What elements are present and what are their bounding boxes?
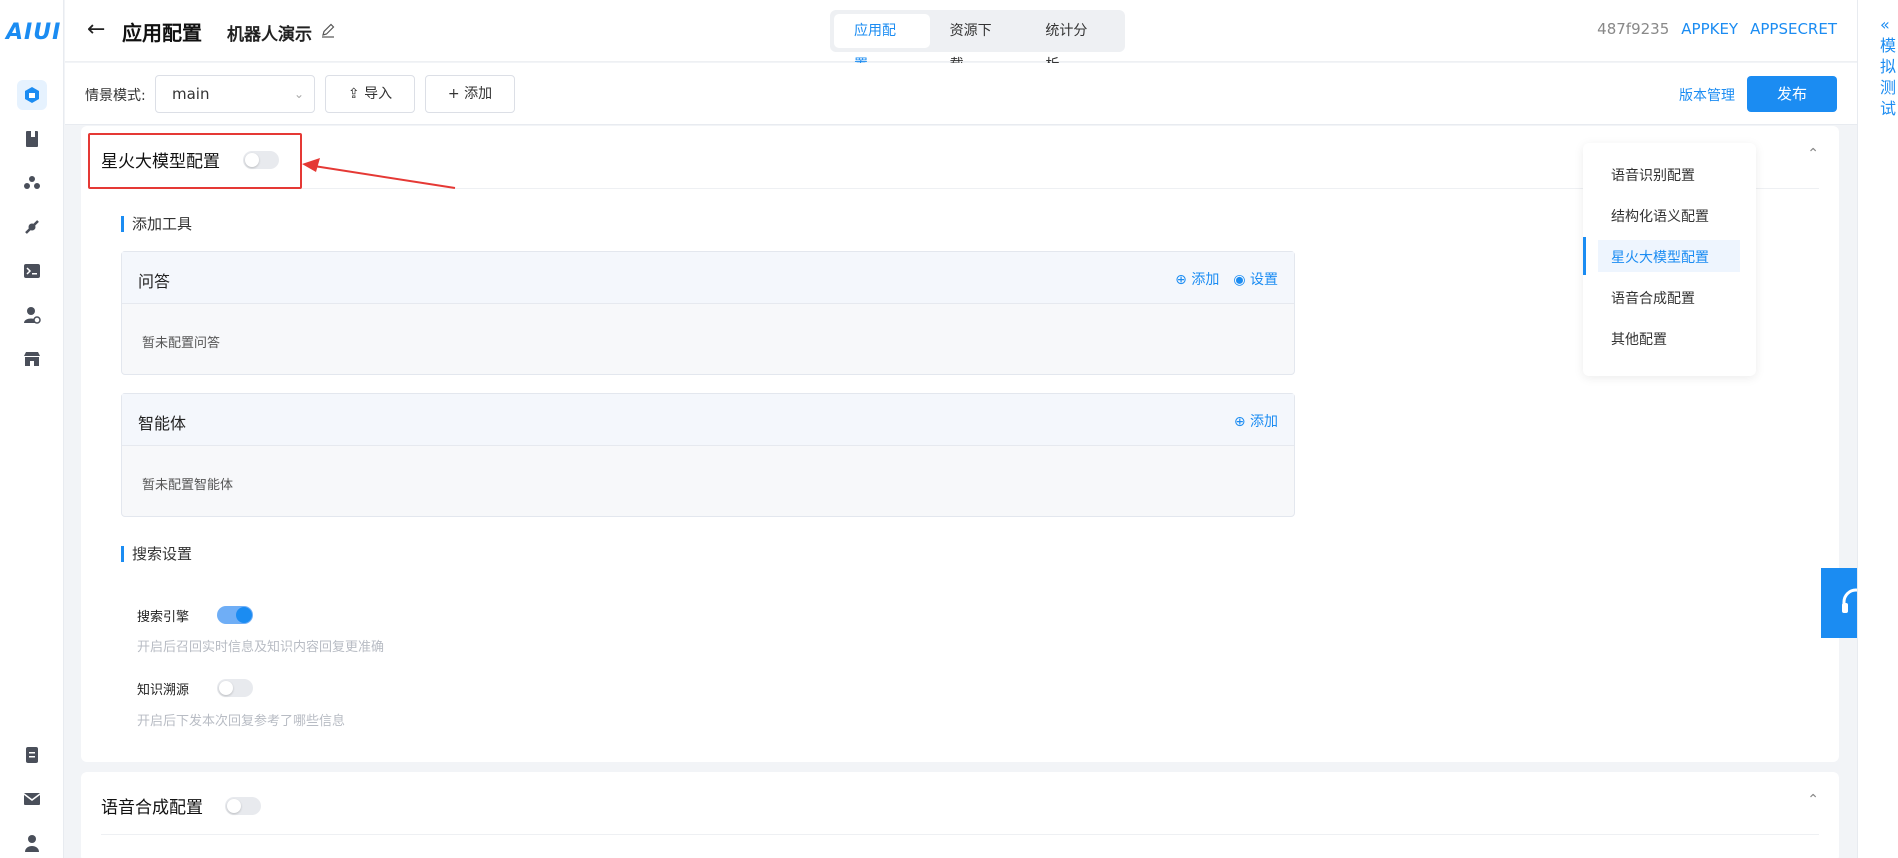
appsecret-link[interactable]: APPSECRET [1750, 20, 1837, 38]
rail-char: 测 [1880, 78, 1897, 97]
rail-char: 试 [1880, 99, 1897, 118]
scene-toolbar: 情景模式: main ⌄ ⇪ 导入 + 添加 版本管理 发布 [65, 63, 1857, 125]
collapse-up-icon[interactable]: ⌃ [1807, 792, 1819, 808]
top-header: ← 应用配置 机器人演示 应用配置 资源下载 统计分析 487f9235 APP… [65, 0, 1857, 73]
search-engine-label: 搜索引擎 [137, 610, 190, 625]
qa-settings-label: 设置 [1250, 272, 1278, 288]
nav-user-settings-icon[interactable] [17, 300, 47, 330]
page-title: 应用配置 [122, 21, 202, 45]
version-management-link[interactable]: 版本管理 [1679, 85, 1735, 105]
aiui-logo: AIUI [6, 20, 62, 45]
chevron-down-icon: ⌄ [293, 87, 304, 101]
qa-panel-header: 问答 ⊕ 添加 ◉ 设置 [122, 252, 1294, 304]
add-circle-icon: ⊕ [1233, 414, 1246, 430]
anchor-item-tts[interactable]: 语音合成配置 [1611, 288, 1695, 308]
qa-panel: 问答 ⊕ 添加 ◉ 设置 暂未配置问答 [121, 251, 1295, 375]
qa-settings-button[interactable]: ◉ 设置 [1233, 269, 1278, 289]
nav-book-icon[interactable] [17, 124, 47, 154]
nav-mail-icon[interactable] [17, 784, 47, 814]
qa-panel-title: 问答 [138, 272, 171, 291]
tts-config-card: 语音合成配置 ⌃ [81, 772, 1839, 858]
tts-section-title: 语音合成配置 [101, 798, 203, 818]
search-engine-desc: 开启后召回实时信息及知识内容回复更准确 [137, 640, 385, 655]
settings-dot-icon: ◉ [1233, 272, 1246, 288]
agent-panel-header: 智能体 ⊕ 添加 [122, 394, 1294, 446]
nav-plugin-icon[interactable] [17, 212, 47, 242]
search-settings-heading: 搜索设置 [121, 546, 192, 562]
llm-config-card: 星火大模型配置 ⌃ 添加工具 问答 ⊕ 添加 ◉ 设置 暂未配置问答 智能体 ⊕… [81, 126, 1839, 762]
section-divider [101, 834, 1819, 835]
anchor-item-semantic[interactable]: 结构化语义配置 [1611, 206, 1709, 226]
anchor-active-indicator [1583, 237, 1586, 275]
import-button[interactable]: ⇪ 导入 [325, 75, 415, 113]
anchor-item-other[interactable]: 其他配置 [1611, 329, 1667, 349]
edit-name-icon[interactable] [320, 22, 336, 38]
nav-terminal-icon[interactable] [17, 256, 47, 286]
add-scene-button[interactable]: + 添加 [425, 75, 515, 113]
search-engine-toggle[interactable] [217, 606, 253, 624]
agent-add-button[interactable]: ⊕ 添加 [1234, 411, 1278, 431]
tts-enable-toggle[interactable] [225, 797, 261, 815]
nav-document-icon[interactable] [17, 740, 47, 770]
qa-add-button[interactable]: ⊕ 添加 [1175, 269, 1219, 289]
knowledge-trace-toggle[interactable] [217, 679, 253, 697]
appkey-link[interactable]: APPKEY [1681, 20, 1738, 38]
nav-store-icon[interactable] [17, 344, 47, 374]
agent-empty-text: 暂未配置智能体 [142, 478, 234, 493]
annotation-highlight-box [88, 133, 302, 189]
annotation-arrow [302, 158, 456, 189]
nav-profile-icon[interactable] [17, 828, 47, 858]
tab-app-config[interactable]: 应用配置 [834, 14, 930, 73]
knowledge-trace-label: 知识溯源 [137, 683, 190, 698]
anchor-item-llm[interactable]: 星火大模型配置 [1611, 247, 1709, 267]
add-scene-button-label: 添加 [464, 86, 493, 102]
anchor-item-asr[interactable]: 语音识别配置 [1611, 165, 1695, 185]
app-id: 487f9235 [1597, 20, 1670, 38]
add-tools-heading: 添加工具 [121, 216, 192, 232]
left-sidebar: AIUI [0, 0, 64, 858]
back-arrow-icon[interactable]: ← [87, 18, 111, 42]
agent-panel-title: 智能体 [138, 414, 187, 433]
import-button-label: 导入 [364, 86, 393, 102]
section-anchor-nav: 语音识别配置 结构化语义配置 星火大模型配置 语音合成配置 其他配置 [1583, 143, 1756, 376]
upload-icon: ⇪ [347, 86, 360, 102]
qa-add-label: 添加 [1191, 272, 1220, 288]
tab-statistics[interactable]: 统计分析 [1025, 14, 1121, 73]
tab-resource-download[interactable]: 资源下载 [930, 14, 1026, 73]
nav-skills-icon[interactable] [17, 168, 47, 198]
knowledge-trace-desc: 开启后下发本次回复参考了哪些信息 [137, 714, 346, 729]
app-credentials: 487f9235 APPKEY APPSECRET [1597, 20, 1837, 38]
scene-select[interactable]: main ⌄ [155, 75, 315, 113]
nav-app-config-icon[interactable] [17, 80, 47, 110]
robot-name: 机器人演示 [227, 25, 312, 45]
rail-char: 拟 [1880, 57, 1897, 76]
scene-label: 情景模式: [85, 88, 146, 104]
scene-select-value: main [172, 85, 210, 103]
publish-button[interactable]: 发布 [1747, 76, 1837, 112]
main-tabs: 应用配置 资源下载 统计分析 [830, 10, 1125, 73]
rail-collapse-icon: « [1880, 15, 1890, 34]
agent-panel: 智能体 ⊕ 添加 暂未配置智能体 [121, 393, 1295, 517]
collapse-up-icon[interactable]: ⌃ [1807, 146, 1819, 162]
add-circle-icon: ⊕ [1175, 272, 1187, 288]
rail-char: 模 [1880, 36, 1897, 55]
agent-add-label: 添加 [1250, 414, 1278, 430]
qa-empty-text: 暂未配置问答 [142, 336, 221, 351]
simulation-test-rail[interactable]: « 模 拟 测 试 [1857, 0, 1898, 858]
simulation-test-label[interactable]: « 模 拟 测 试 [1880, 14, 1896, 119]
plus-icon: + [447, 86, 460, 102]
